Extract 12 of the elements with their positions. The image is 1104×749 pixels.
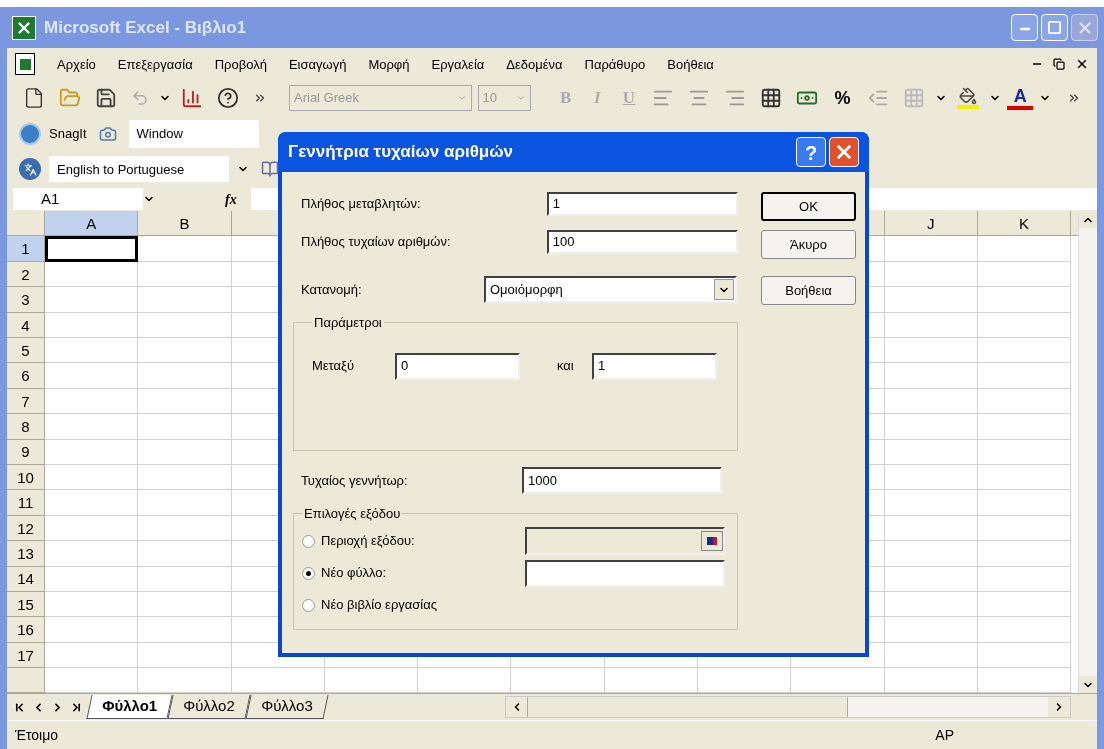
status-text: Έτοιμο <box>15 725 60 745</box>
group-label: Επιλογές εξόδου <box>303 505 402 523</box>
dialog-title: Γεννήτρια τυχαίων αριθμών <box>288 141 515 164</box>
field-label: Τυχαίος γεννήτωρ: <box>300 471 409 490</box>
field-label: Μεταξύ <box>312 357 356 376</box>
field-label: Πλήθος μεταβλητών: <box>300 195 422 214</box>
field-label: και <box>557 357 575 376</box>
field-label: Πλήθος τυχαίων αριθμών: <box>300 233 452 252</box>
status-indicator: AP <box>935 725 954 745</box>
group-label: Παράμετροι <box>313 314 383 332</box>
field-label: Κατανομή: <box>300 280 363 299</box>
window-title: Microsoft Excel - Βιβλιο1 <box>44 16 248 39</box>
